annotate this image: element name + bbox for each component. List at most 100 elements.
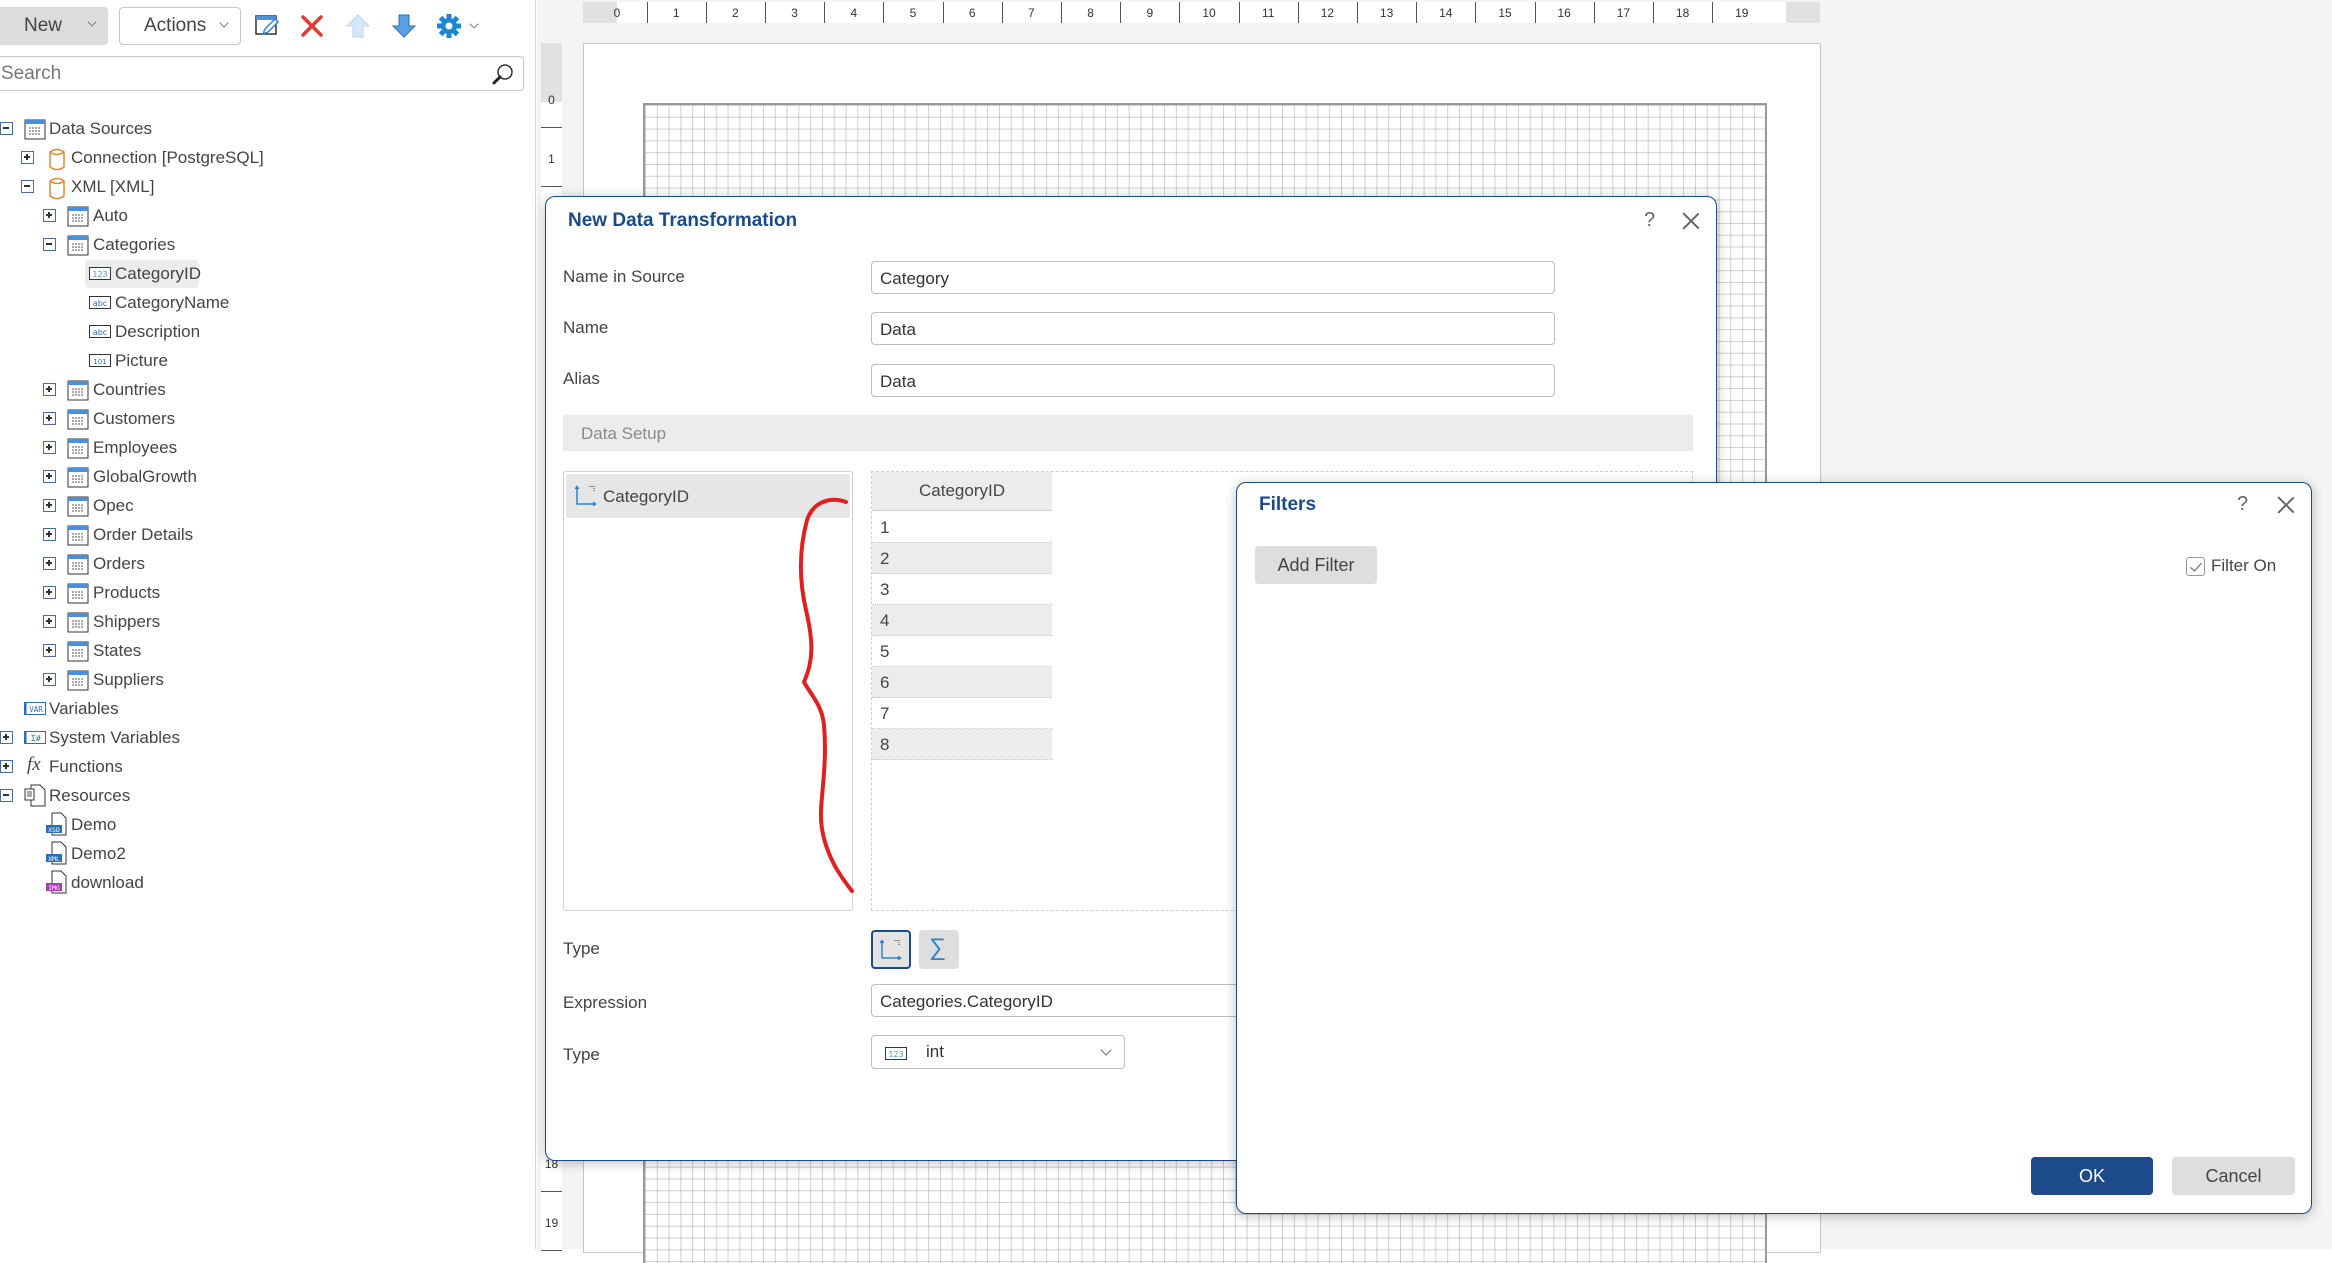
tree-node-resources[interactable]: Resources bbox=[0, 781, 536, 810]
delete-icon[interactable] bbox=[298, 12, 326, 40]
expand-toggle[interactable] bbox=[43, 615, 56, 628]
preview-row: 1 bbox=[872, 512, 1052, 543]
table-icon bbox=[67, 438, 89, 459]
dimension-type-button[interactable] bbox=[871, 930, 911, 969]
tree-node-table[interactable]: Orders bbox=[0, 549, 536, 578]
move-down-icon[interactable] bbox=[390, 12, 418, 40]
ruler-tick bbox=[541, 1249, 562, 1251]
tree-node-table[interactable]: Auto bbox=[0, 201, 536, 230]
expand-toggle[interactable] bbox=[43, 644, 56, 657]
tree-label: Picture bbox=[115, 351, 168, 370]
search-icon[interactable] bbox=[491, 62, 515, 86]
close-button[interactable] bbox=[1682, 212, 1700, 230]
new-button[interactable]: New bbox=[0, 7, 108, 45]
tree-node-table[interactable]: Opec bbox=[0, 491, 536, 520]
ruler-tick bbox=[1179, 2, 1181, 23]
tree-node-column[interactable]: 101 Picture bbox=[0, 346, 536, 375]
measure-type-button[interactable]: ∑ bbox=[919, 930, 959, 969]
collapse-toggle[interactable] bbox=[0, 122, 13, 135]
ruler-tick bbox=[1653, 2, 1654, 23]
ruler-number: 1 bbox=[672, 6, 680, 20]
help-button[interactable]: ? bbox=[1644, 209, 1655, 232]
move-up-icon[interactable] bbox=[344, 12, 372, 40]
tree-label: Auto bbox=[93, 206, 128, 225]
table-icon bbox=[67, 380, 89, 401]
edit-icon[interactable] bbox=[253, 12, 281, 40]
expand-toggle[interactable] bbox=[43, 673, 56, 686]
ruler-number: 13 bbox=[1379, 6, 1394, 20]
add-filter-button[interactable]: Add Filter bbox=[1255, 546, 1377, 584]
settings-icon[interactable] bbox=[435, 12, 463, 40]
data-type-select[interactable]: 123 int bbox=[871, 1035, 1125, 1069]
tree-label: CategoryID bbox=[115, 264, 201, 283]
tree-node-column-selected[interactable]: 123 CategoryID bbox=[0, 259, 536, 288]
tree-node-table[interactable]: Categories bbox=[0, 230, 536, 259]
tree-node-table[interactable]: Customers bbox=[0, 404, 536, 433]
expand-toggle[interactable] bbox=[43, 586, 56, 599]
tree-node-resource[interactable]: XSD Demo bbox=[0, 810, 536, 839]
close-button[interactable] bbox=[2277, 496, 2295, 514]
preview-column-header[interactable]: CategoryID bbox=[872, 472, 1052, 511]
cancel-button[interactable]: Cancel bbox=[2172, 1157, 2295, 1195]
expand-toggle[interactable] bbox=[43, 383, 56, 396]
expand-toggle[interactable] bbox=[43, 441, 56, 454]
ok-button[interactable]: OK bbox=[2031, 1157, 2153, 1195]
resources-icon bbox=[24, 784, 46, 807]
tree-node-table[interactable]: Countries bbox=[0, 375, 536, 404]
collapse-toggle[interactable] bbox=[43, 238, 56, 251]
settings-chevron-icon[interactable] bbox=[469, 19, 479, 29]
expand-toggle[interactable] bbox=[0, 760, 13, 773]
expand-toggle[interactable] bbox=[43, 470, 56, 483]
expand-toggle[interactable] bbox=[43, 528, 56, 541]
variables-icon: VAR bbox=[24, 702, 46, 715]
help-button[interactable]: ? bbox=[2237, 493, 2248, 516]
ruler-tick bbox=[1120, 2, 1122, 23]
tree-label: Orders bbox=[93, 554, 145, 573]
column-item-label: CategoryID bbox=[603, 487, 689, 506]
alias-input[interactable]: Data bbox=[871, 364, 1555, 397]
tree-node-table[interactable]: Shippers bbox=[0, 607, 536, 636]
ruler-tick bbox=[1712, 2, 1714, 23]
tree-label: Demo bbox=[71, 815, 117, 834]
name-in-source-input[interactable]: Category bbox=[871, 261, 1555, 294]
tree-node-table[interactable]: States bbox=[0, 636, 536, 665]
filter-on-checkbox[interactable] bbox=[2186, 557, 2205, 576]
expand-toggle[interactable] bbox=[43, 499, 56, 512]
data-setup-section-header: Data Setup bbox=[563, 415, 1693, 451]
expand-toggle[interactable] bbox=[21, 151, 34, 164]
tree-label: Employees bbox=[93, 438, 178, 457]
actions-button[interactable]: Actions bbox=[119, 7, 241, 45]
tree-node-xml[interactable]: XML [XML] bbox=[0, 172, 536, 201]
tree-node-variables[interactable]: VAR Variables bbox=[0, 694, 536, 723]
tree-node-column[interactable]: abc CategoryName bbox=[0, 288, 536, 317]
tree-node-connection[interactable]: Connection [PostgreSQL] bbox=[0, 143, 536, 172]
search-input[interactable]: Search bbox=[0, 56, 524, 91]
dimension-icon bbox=[880, 939, 902, 960]
svg-text:123: 123 bbox=[888, 1050, 903, 1059]
tree-node-table[interactable]: Order Details bbox=[0, 520, 536, 549]
expand-toggle[interactable] bbox=[43, 557, 56, 570]
tree-node-resource[interactable]: IMG download bbox=[0, 868, 536, 897]
ruler-number: 19 bbox=[1735, 6, 1749, 20]
expand-toggle[interactable] bbox=[0, 731, 13, 744]
expand-toggle[interactable] bbox=[43, 412, 56, 425]
name-in-source-label: Name in Source bbox=[563, 267, 685, 286]
tree-node-table[interactable]: Suppliers bbox=[0, 665, 536, 694]
tree-node-system-variables[interactable]: Σ# System Variables bbox=[0, 723, 536, 752]
preview-row: 8 bbox=[872, 729, 1052, 760]
data-type-label: Type bbox=[563, 1045, 600, 1064]
collapse-toggle[interactable] bbox=[21, 180, 34, 193]
tree-node-resource[interactable]: XML Demo2 bbox=[0, 839, 536, 868]
tree-node-functions[interactable]: fx Functions bbox=[0, 752, 536, 781]
tree-node-column[interactable]: abc Description bbox=[0, 317, 536, 346]
ruler-number: 11 bbox=[1261, 6, 1275, 20]
expand-toggle[interactable] bbox=[43, 209, 56, 222]
tree-node-table[interactable]: Products bbox=[0, 578, 536, 607]
tree-node-data-sources[interactable]: Data Sources bbox=[0, 114, 536, 143]
tree-node-table[interactable]: Employees bbox=[0, 433, 536, 462]
tree-node-table[interactable]: GlobalGrowth bbox=[0, 462, 536, 491]
name-input[interactable]: Data bbox=[871, 312, 1555, 345]
collapse-toggle[interactable] bbox=[0, 789, 13, 802]
columns-list[interactable]: CategoryID bbox=[563, 471, 853, 911]
column-item[interactable]: CategoryID bbox=[566, 474, 850, 518]
